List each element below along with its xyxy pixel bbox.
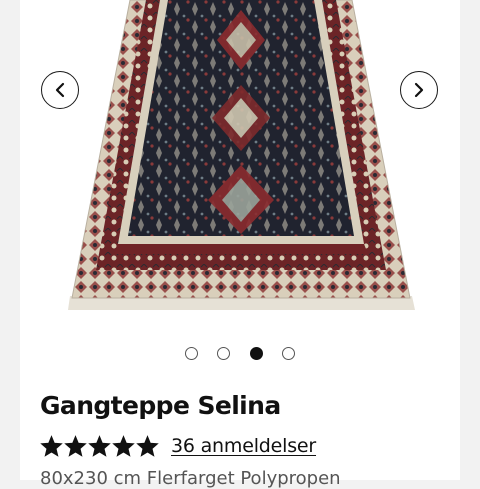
- rating-stars: [40, 434, 159, 458]
- carousel-dots: [0, 347, 480, 361]
- star-icon: [136, 434, 159, 457]
- product-image[interactable]: [60, 0, 422, 318]
- product-rating: 36 anmeldelser: [40, 430, 316, 462]
- image-gallery: [0, 0, 480, 330]
- product-subtitle: 80x230 cm Flerfarget Polypropen: [40, 468, 341, 489]
- star-icon: [88, 434, 111, 457]
- star-icon: [64, 434, 87, 457]
- chevron-left-icon: [55, 82, 65, 98]
- carousel-dot-2[interactable]: [217, 347, 230, 360]
- chevron-right-icon: [414, 82, 424, 98]
- carousel-dot-3[interactable]: [250, 347, 263, 360]
- next-image-button[interactable]: [400, 71, 438, 109]
- product-title: Gangteppe Selina: [40, 391, 281, 420]
- carousel-dot-4[interactable]: [282, 347, 295, 360]
- previous-image-button[interactable]: [41, 71, 79, 109]
- star-icon: [112, 434, 135, 457]
- rug-image: [68, 0, 415, 310]
- carousel-dot-1[interactable]: [185, 347, 198, 360]
- star-icon: [40, 434, 63, 457]
- reviews-link[interactable]: 36 anmeldelser: [171, 435, 316, 457]
